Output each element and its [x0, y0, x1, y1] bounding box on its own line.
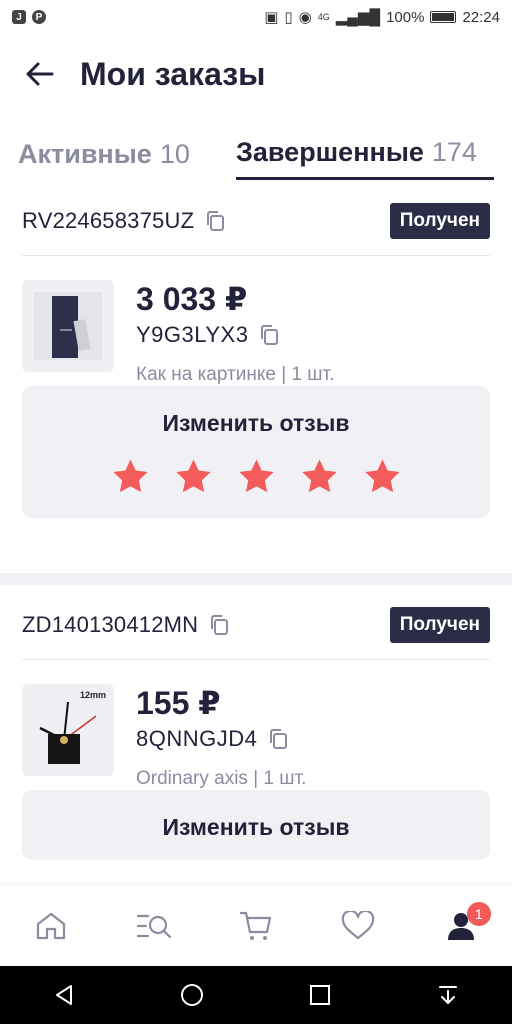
product-image-icon	[34, 292, 102, 360]
system-recents-icon[interactable]	[296, 971, 344, 1019]
tab-count: 174	[431, 137, 477, 167]
battery-icon	[430, 11, 457, 23]
product-thumbnail[interactable]: 12mm	[22, 684, 114, 776]
tab-count: 10	[159, 138, 190, 169]
clock: 22:24	[462, 8, 500, 26]
app-notification-icon: J	[12, 10, 26, 24]
page-title: Мои заказы	[80, 55, 266, 92]
favorites-icon	[342, 911, 375, 940]
status-bar: J P ▣ ▯ ◉ 4G ▂▄▆█ 100% 22:24	[0, 0, 512, 34]
star-icon	[301, 459, 337, 493]
copy-icon[interactable]	[267, 728, 289, 750]
nfc-icon: ▣	[264, 9, 279, 26]
order-item[interactable]: 3 033 ₽ Y9G3LYX3 Как на картинке | 1 шт.	[0, 256, 512, 386]
back-arrow-icon[interactable]	[24, 58, 56, 90]
item-price: 155 ₽	[136, 685, 221, 721]
order-item[interactable]: 12mm 155 ₽ 8QNNGJD4 Ordinary axis | 1 шт…	[0, 660, 512, 790]
network-type: 4G	[317, 12, 330, 22]
rating-stars[interactable]	[110, 457, 403, 497]
order-card: RV224658375UZ Получен 3 033 ₽ Y9G3LYX3 К…	[0, 186, 512, 518]
status-badge: Получен	[389, 202, 490, 239]
star-icon	[364, 459, 400, 493]
battery-percent: 100%	[386, 8, 425, 26]
nav-cart[interactable]	[226, 896, 286, 956]
eye-icon: ◉	[298, 9, 312, 26]
system-home-icon[interactable]	[168, 971, 216, 1019]
item-price: 3 033 ₽	[136, 281, 248, 317]
status-badge: Получен	[389, 606, 490, 643]
tab-active-orders[interactable]: Активные 10	[18, 128, 190, 180]
star-icon	[112, 459, 148, 493]
nav-catalog[interactable]	[124, 896, 184, 956]
product-thumbnail[interactable]	[22, 280, 114, 372]
order-tabs: Активные 10 Завершенные 174	[0, 128, 512, 184]
edit-review-button[interactable]: Изменить отзыв	[163, 410, 350, 437]
home-icon	[37, 912, 66, 940]
copy-icon[interactable]	[204, 210, 226, 232]
item-variant: Ordinary axis | 1 шт.	[136, 768, 307, 789]
tracking-number: RV224658375UZ	[22, 207, 195, 233]
copy-icon[interactable]	[258, 324, 280, 346]
star-icon	[238, 459, 274, 493]
section-divider	[0, 573, 512, 585]
signal-icon: ▂▄▆█	[335, 9, 381, 26]
notification-badge: 1	[466, 902, 491, 926]
cart-icon	[239, 911, 272, 940]
bottom-navigation: 1	[0, 886, 512, 966]
copy-icon[interactable]	[208, 614, 230, 636]
catalog-search-icon	[136, 914, 171, 939]
pinterest-notification-icon: P	[32, 10, 46, 24]
tab-label: Активные	[18, 138, 152, 169]
review-box[interactable]: Изменить отзыв	[22, 386, 490, 518]
system-notifications-icon[interactable]	[424, 971, 472, 1019]
item-sku: Y9G3LYX3	[136, 322, 249, 347]
order-header: ZD140130412MN Получен	[22, 590, 490, 660]
edit-review-button[interactable]: Изменить отзыв	[163, 814, 350, 841]
item-sku: 8QNNGJD4	[136, 726, 258, 751]
order-header: RV224658375UZ Получен	[22, 186, 490, 256]
nav-home[interactable]	[21, 896, 81, 956]
tracking-number: ZD140130412MN	[22, 611, 199, 637]
star-icon	[175, 459, 211, 493]
vibrate-icon: ▯	[284, 9, 293, 26]
system-back-icon[interactable]	[40, 971, 88, 1019]
item-variant: Как на картинке | 1 шт.	[136, 364, 335, 385]
tab-label: Завершенные	[236, 137, 424, 167]
order-card: ZD140130412MN Получен 12mm 155 ₽ 8QNNGJD…	[0, 590, 512, 860]
nav-favorites[interactable]	[328, 896, 388, 956]
nav-profile[interactable]: 1	[431, 896, 491, 956]
system-navigation-bar	[0, 966, 512, 1024]
tab-completed-orders[interactable]: Завершенные 174	[236, 128, 494, 180]
app-header: Мои заказы	[0, 44, 512, 104]
review-box[interactable]: Изменить отзыв	[22, 790, 490, 860]
thumbnail-caption: 12mm	[79, 690, 106, 700]
